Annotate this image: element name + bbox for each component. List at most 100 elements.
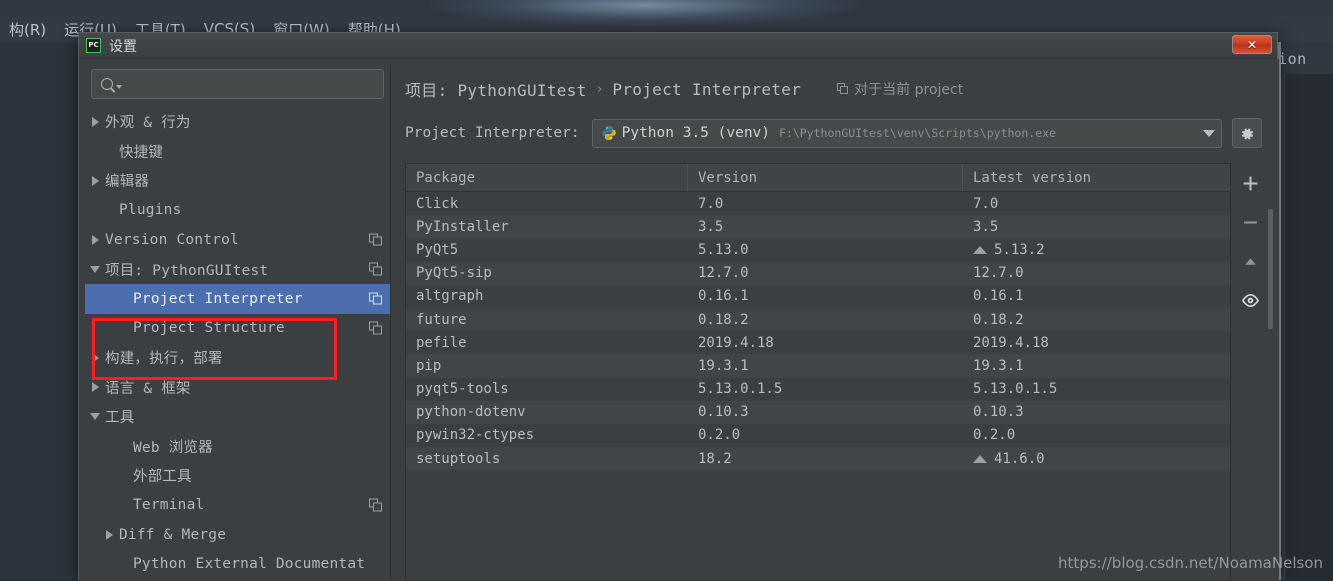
- upgrade-available-icon: [973, 455, 987, 463]
- sidebar-item-label: 编辑器: [105, 170, 149, 191]
- sidebar-item-9[interactable]: 语言 & 框架: [85, 373, 390, 403]
- close-button[interactable]: ✕: [1232, 35, 1272, 54]
- column-header-latest-version[interactable]: Latest version: [963, 164, 1230, 191]
- sidebar-item-4[interactable]: Version Control: [85, 225, 390, 255]
- sidebar-item-label: Terminal: [133, 497, 204, 513]
- sidebar-item-12[interactable]: 外部工具: [85, 461, 390, 491]
- table-row[interactable]: python-dotenv0.10.30.10.3: [406, 401, 1230, 424]
- table-row[interactable]: pefile2019.4.182019.4.18: [406, 331, 1230, 354]
- cell-package: PyQt5: [406, 242, 688, 258]
- sidebar-item-label: 语言 & 框架: [105, 377, 191, 398]
- table-body[interactable]: Click7.07.0PyInstaller3.53.5PyQt55.13.05…: [406, 192, 1230, 580]
- latest-version-text: 0.16.1: [973, 288, 1024, 304]
- cell-package: pywin32-ctypes: [406, 427, 688, 443]
- sidebar-item-6[interactable]: Project Interpreter: [85, 284, 390, 314]
- interpreter-path: F:\PythonGUItest\venv\Scripts\python.exe: [779, 126, 1197, 140]
- sidebar-item-label: Plugins: [119, 202, 182, 218]
- interpreter-settings-button[interactable]: [1232, 118, 1262, 148]
- settings-tree[interactable]: 外观 & 行为快捷键编辑器 Plugins Version Control 项目: P…: [85, 107, 390, 581]
- cell-version: 0.10.3: [688, 404, 963, 420]
- sidebar-item-label: Project Structure: [133, 320, 285, 336]
- menu-item-0[interactable]: 构(R): [0, 19, 55, 40]
- copy-icon[interactable]: [369, 499, 382, 512]
- cell-version: 3.5: [688, 219, 963, 235]
- sidebar-item-7[interactable]: Project Structure: [85, 314, 390, 344]
- chevron-down-icon[interactable]: [85, 413, 105, 420]
- sidebar-item-label: Web 浏览器: [133, 436, 213, 457]
- sidebar-item-13[interactable]: Terminal: [85, 491, 390, 521]
- sidebar-item-8[interactable]: 构建，执行，部署: [85, 343, 390, 373]
- table-row[interactable]: PyQt5-sip12.7.012.7.0: [406, 262, 1230, 285]
- sidebar-item-14[interactable]: Diff & Merge: [85, 520, 390, 550]
- upgrade-package-button[interactable]: [1239, 250, 1261, 272]
- chevron-down-icon[interactable]: [85, 266, 105, 273]
- sidebar-item-15[interactable]: Python External Documentat: [85, 550, 390, 580]
- cell-version: 0.16.1: [688, 288, 963, 304]
- table-scrollbar[interactable]: [1268, 209, 1273, 329]
- cell-package: future: [406, 312, 688, 328]
- copy-icon[interactable]: [369, 322, 382, 335]
- cell-latest-version: 0.2.0: [963, 427, 1230, 443]
- chevron-right-icon[interactable]: [85, 235, 105, 245]
- table-row[interactable]: Click7.07.0: [406, 192, 1230, 215]
- cell-version: 19.3.1: [688, 358, 963, 374]
- interpreter-label: Project Interpreter:: [405, 125, 580, 141]
- chevron-right-icon[interactable]: [85, 353, 105, 363]
- minus-icon: [1242, 214, 1259, 231]
- add-package-button[interactable]: [1239, 172, 1261, 194]
- cell-package: Click: [406, 196, 688, 212]
- sidebar-item-label: 外观 & 行为: [105, 111, 191, 132]
- remove-package-button[interactable]: [1239, 211, 1261, 233]
- dialog-titlebar[interactable]: PC 设置 ✕: [79, 33, 1277, 59]
- column-header-package[interactable]: Package: [406, 164, 688, 191]
- copy-icon[interactable]: [369, 263, 382, 276]
- search-input[interactable]: [122, 77, 383, 92]
- chevron-right-icon[interactable]: [99, 530, 119, 540]
- chevron-right-icon[interactable]: [85, 117, 105, 127]
- copy-icon[interactable]: [369, 292, 382, 305]
- cell-version: 0.2.0: [688, 427, 963, 443]
- table-row[interactable]: setuptools18.241.6.0: [406, 447, 1230, 470]
- latest-version-text: 0.10.3: [973, 404, 1024, 420]
- chevron-down-icon[interactable]: [1203, 130, 1215, 137]
- sidebar-item-0[interactable]: 外观 & 行为: [85, 107, 390, 137]
- breadcrumb-project[interactable]: 项目: PythonGUItest: [405, 77, 587, 101]
- cell-package: altgraph: [406, 288, 688, 304]
- copy-icon[interactable]: [369, 233, 382, 246]
- python-logo-icon: [601, 125, 617, 141]
- cell-latest-version: 5.13.2: [963, 242, 1230, 258]
- sidebar-item-label: Diff & Merge: [119, 527, 226, 543]
- search-box[interactable]: [91, 69, 384, 99]
- table-row[interactable]: future0.18.20.18.2: [406, 308, 1230, 331]
- chevron-right-icon[interactable]: [85, 382, 105, 392]
- sidebar-item-2[interactable]: 编辑器: [85, 166, 390, 196]
- plus-icon: [1242, 175, 1259, 192]
- sidebar-item-5[interactable]: 项目: PythonGUItest: [85, 255, 390, 285]
- chevron-right-icon[interactable]: [85, 176, 105, 186]
- sidebar-item-3[interactable]: Plugins: [85, 196, 390, 226]
- table-row[interactable]: PyInstaller3.53.5: [406, 215, 1230, 238]
- for-current-project-label: 对于当前 project: [837, 79, 963, 99]
- packages-table: Package Version Latest version Click7.07…: [405, 163, 1231, 581]
- sidebar-item-11[interactable]: Web 浏览器: [85, 432, 390, 462]
- table-row[interactable]: pywin32-ctypes0.2.00.2.0: [406, 424, 1230, 447]
- table-row[interactable]: pip19.3.119.3.1: [406, 354, 1230, 377]
- column-header-version[interactable]: Version: [688, 164, 963, 191]
- dialog-body: 外观 & 行为快捷键编辑器 Plugins Version Control 项目: P…: [79, 59, 1279, 581]
- sidebar-item-label: Version Control: [105, 232, 239, 248]
- interpreter-select[interactable]: Python 3.5 (venv) F:\PythonGUItest\venv\…: [592, 119, 1222, 148]
- sidebar-item-10[interactable]: 工具: [85, 402, 390, 432]
- sidebar-item-1[interactable]: 快捷键: [85, 137, 390, 167]
- sidebar-item-label: Project Interpreter: [133, 291, 303, 307]
- table-row[interactable]: PyQt55.13.05.13.2: [406, 238, 1230, 261]
- search-container: [85, 65, 390, 107]
- cell-package: PyQt5-sip: [406, 265, 688, 281]
- latest-version-text: 12.7.0: [973, 265, 1024, 281]
- latest-version-text: 5.13.0.1.5: [973, 381, 1057, 397]
- cell-package: pyqt5-tools: [406, 381, 688, 397]
- show-early-releases-button[interactable]: [1239, 289, 1261, 311]
- cell-latest-version: 19.3.1: [963, 358, 1230, 374]
- eye-icon: [1241, 291, 1260, 310]
- table-row[interactable]: altgraph0.16.10.16.1: [406, 285, 1230, 308]
- table-row[interactable]: pyqt5-tools5.13.0.1.55.13.0.1.5: [406, 378, 1230, 401]
